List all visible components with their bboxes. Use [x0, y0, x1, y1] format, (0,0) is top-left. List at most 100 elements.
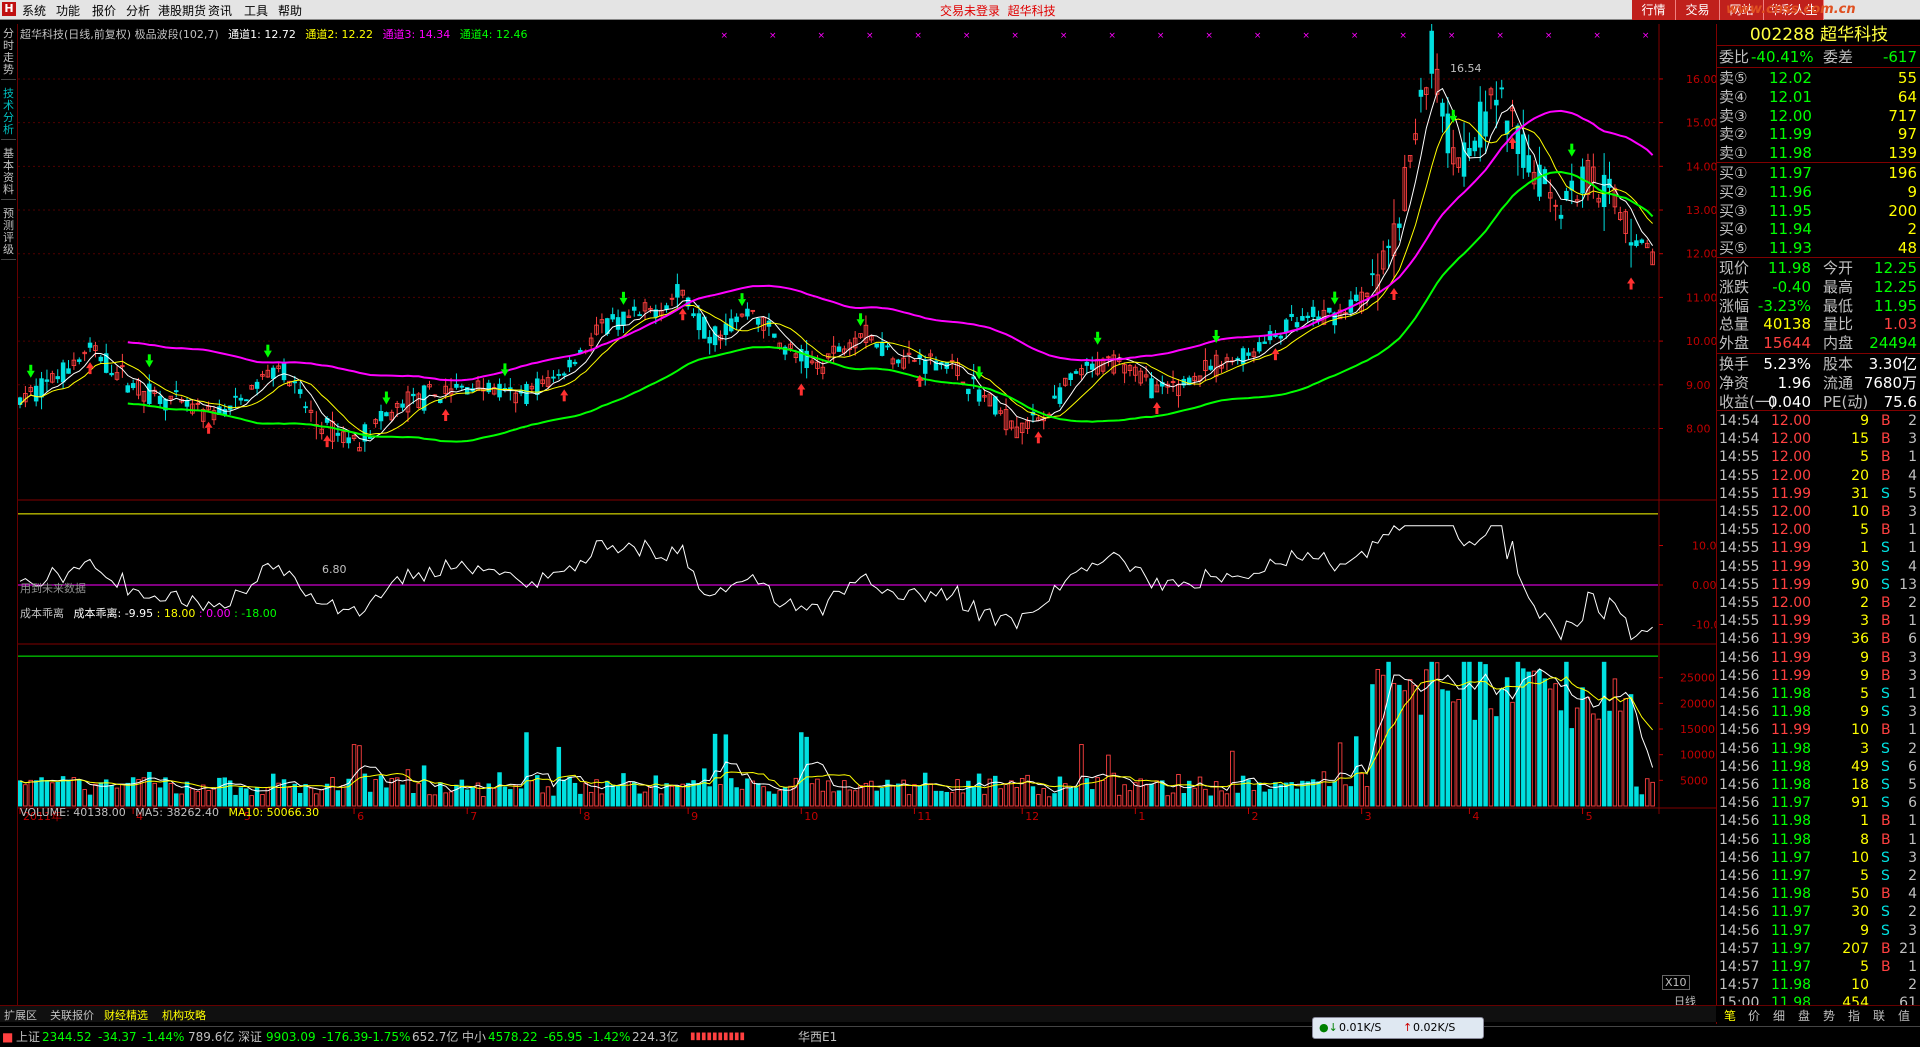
tick-time: 14:55: [1719, 485, 1760, 502]
menu-info[interactable]: 资讯: [208, 2, 232, 19]
menu-tools[interactable]: 工具: [244, 2, 268, 19]
tick-row[interactable]: 14:57 11.97 5 B 1: [1717, 958, 1920, 976]
tick-count: 1: [1908, 522, 1917, 539]
volume-bar: [270, 773, 276, 807]
tick-row[interactable]: 14:56 11.99 9 B 3: [1717, 667, 1920, 685]
tab-intraday[interactable]: 分时走势: [1, 28, 16, 80]
tick-volume: 9: [1860, 704, 1869, 721]
tick-row[interactable]: 14:54 12.00 9 B 2: [1717, 412, 1920, 430]
tick-row[interactable]: 14:56 11.99 9 B 3: [1717, 649, 1920, 667]
price-tick-label: 14.00: [1686, 160, 1716, 173]
date-tick-label: 4: [1472, 810, 1479, 823]
tab-tick[interactable]: 笔: [1724, 1007, 1736, 1024]
tick-row[interactable]: 14:55 12.00 5 B 1: [1717, 448, 1920, 466]
trade-button[interactable]: 交易: [1676, 0, 1720, 20]
tick-price: 11.97: [1771, 849, 1812, 866]
login-status[interactable]: 交易未登录 超华科技: [940, 2, 1056, 19]
volume-bar: [103, 779, 109, 807]
tab-trend[interactable]: 势: [1823, 1007, 1835, 1024]
tick-row[interactable]: 14:55 12.00 5 B 1: [1717, 521, 1920, 539]
tick-row[interactable]: 14:56 11.98 9 S 3: [1717, 703, 1920, 721]
tab-finance-picks[interactable]: 财经精选: [104, 1007, 148, 1023]
tick-count: 1: [1908, 831, 1917, 848]
candle-body: [184, 400, 190, 407]
tick-count: 3: [1908, 704, 1917, 721]
quote-panel: 002288 超华科技 委比 -40.41% 委差 -617 卖⑤ 12.02 55…: [1716, 24, 1920, 1024]
tick-row[interactable]: 14:55 11.99 1 S 1: [1717, 539, 1920, 557]
tick-row[interactable]: 14:55 11.99 90 S 13: [1717, 576, 1920, 594]
tab-index[interactable]: 指: [1848, 1007, 1860, 1024]
tick-count: 4: [1908, 886, 1917, 903]
menu-function[interactable]: 功能: [56, 2, 80, 19]
tick-row[interactable]: 14:56 11.97 9 S 3: [1717, 922, 1920, 940]
indicator-upper: : 18.00: [156, 607, 196, 620]
market-button[interactable]: 行情: [1632, 0, 1676, 20]
tick-row[interactable]: 14:55 11.99 31 S 5: [1717, 485, 1920, 503]
tab-detail[interactable]: 细: [1773, 1007, 1785, 1024]
volume-bar: [1418, 714, 1424, 807]
tick-volume: 10: [1851, 722, 1869, 739]
tick-row[interactable]: 14:55 11.99 3 B 1: [1717, 612, 1920, 630]
tab-value[interactable]: 值: [1898, 1007, 1910, 1024]
volume-bar: [836, 790, 842, 807]
tick-row[interactable]: 14:56 11.98 3 S 2: [1717, 740, 1920, 758]
date-tick-label: 11: [917, 810, 931, 823]
tick-row[interactable]: 14:56 11.98 8 B 1: [1717, 831, 1920, 849]
tab-institution[interactable]: 机构攻略: [162, 1007, 206, 1023]
menu-quote[interactable]: 报价: [92, 2, 116, 19]
tab-price[interactable]: 价: [1748, 1007, 1760, 1024]
tab-linked[interactable]: 联: [1873, 1007, 1885, 1024]
tick-side: S: [1881, 686, 1890, 702]
menu-system[interactable]: 系统: [22, 2, 46, 19]
tick-row[interactable]: 14:57 11.97 207 B 21: [1717, 940, 1920, 958]
tick-row[interactable]: 14:54 12.00 15 B 3: [1717, 430, 1920, 448]
tab-fundamentals[interactable]: 基本资料: [1, 148, 16, 200]
tab-extension[interactable]: 扩展区: [4, 1007, 37, 1023]
candle-body: [33, 385, 39, 402]
server-name[interactable]: 华西E1: [798, 1027, 837, 1047]
tick-row[interactable]: 14:56 11.97 30 S 2: [1717, 903, 1920, 921]
volume-bar: [1316, 781, 1321, 807]
buy-volume: 48: [1897, 239, 1917, 258]
candle-body: [1467, 148, 1472, 156]
tick-row[interactable]: 14:56 11.97 5 S 2: [1717, 867, 1920, 885]
tick-row[interactable]: 14:55 12.00 2 B 2: [1717, 594, 1920, 612]
tick-volume: 9: [1860, 413, 1869, 429]
tick-row[interactable]: 14:56 11.99 10 B 1: [1717, 721, 1920, 739]
tick-row[interactable]: 14:56 11.98 1 B 1: [1717, 812, 1920, 830]
sell-price: 12.02: [1769, 69, 1812, 87]
volume-bar: [707, 786, 712, 807]
tick-volume: 49: [1851, 758, 1869, 775]
volume-bar: [1235, 792, 1240, 807]
tick-row[interactable]: 14:56 11.98 5 S 1: [1717, 685, 1920, 703]
tick-row[interactable]: 14:56 11.98 49 S 6: [1717, 758, 1920, 776]
chart-area[interactable]: × × × × × × × × × × × × × × × × × × × × 16.00 15.00 14.00 13.0…: [18, 24, 1716, 1004]
tick-row[interactable]: 14:56 11.98 18 S 5: [1717, 776, 1920, 794]
volume-bar: [238, 787, 244, 807]
buy-price: 11.96: [1769, 182, 1812, 201]
sell-price: 12.00: [1769, 106, 1812, 125]
tab-rating[interactable]: 预测评级: [1, 208, 16, 260]
tick-row[interactable]: 14:56 11.98 50 B 4: [1717, 885, 1920, 903]
tick-row[interactable]: 14:56 11.99 36 B 6: [1717, 630, 1920, 648]
tick-row[interactable]: 14:56 11.97 91 S 6: [1717, 794, 1920, 812]
volume-bar: [885, 779, 890, 807]
menu-hk-futures[interactable]: 港股期货: [158, 2, 206, 19]
stat-value: -3.23%: [1757, 296, 1811, 315]
menu-help[interactable]: 帮助: [278, 2, 302, 19]
tick-row[interactable]: 14:55 11.99 30 S 4: [1717, 558, 1920, 576]
tick-price: 12.00: [1771, 467, 1812, 484]
tick-row[interactable]: 14:55 12.00 20 B 4: [1717, 467, 1920, 485]
volume-bar: [1354, 736, 1359, 807]
tick-row[interactable]: 14:55 12.00 10 B 3: [1717, 503, 1920, 521]
tick-price: 11.99: [1771, 613, 1812, 630]
tab-book[interactable]: 盘: [1798, 1007, 1810, 1024]
menu-analysis[interactable]: 分析: [126, 2, 150, 19]
tab-technical[interactable]: 技术分析: [1, 88, 16, 140]
tick-side: B: [1881, 667, 1891, 684]
candle-body: [1052, 395, 1057, 399]
tick-row[interactable]: 14:56 11.97 10 S 3: [1717, 849, 1920, 867]
top-marker: ×: [1545, 31, 1553, 41]
tick-row[interactable]: 14:57 11.98 10 2: [1717, 976, 1920, 994]
tab-related-quotes[interactable]: 关联报价: [50, 1007, 94, 1023]
